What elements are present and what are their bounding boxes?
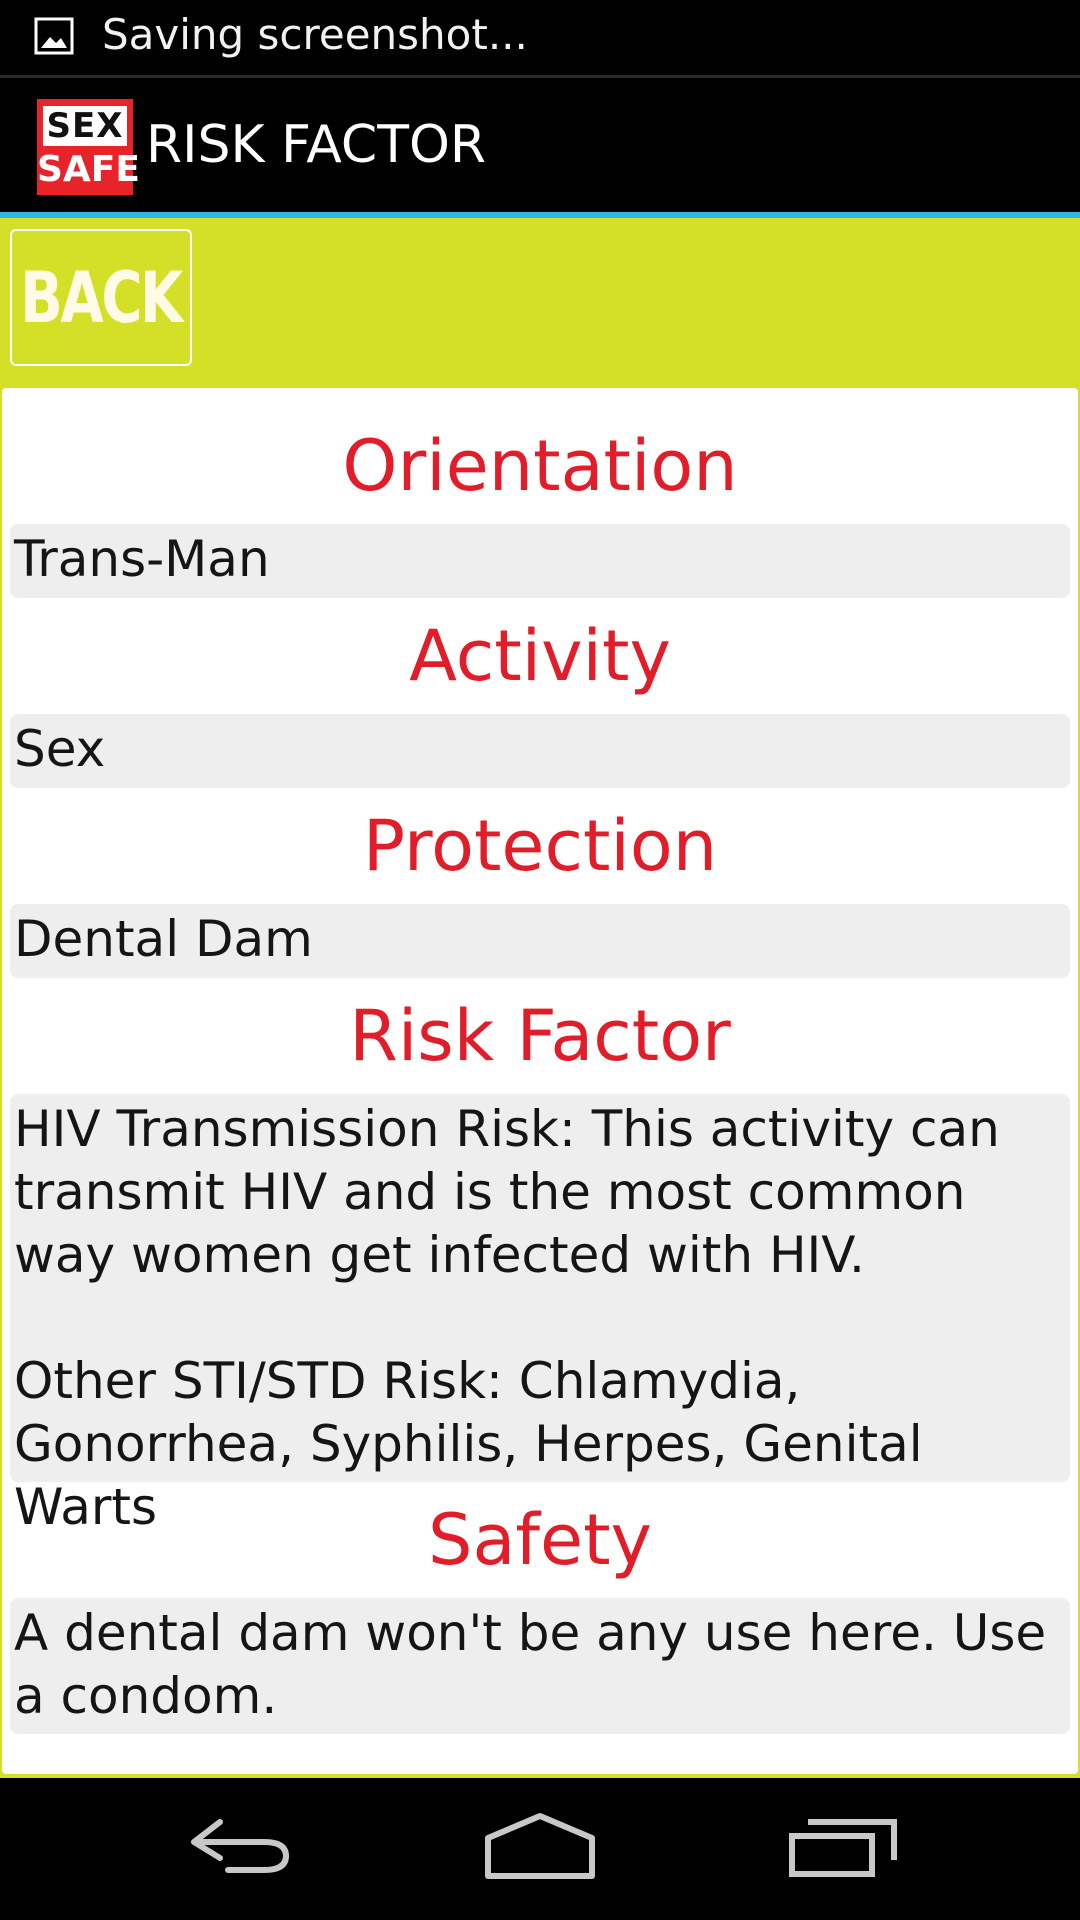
value-activity: Sex	[10, 714, 1070, 788]
content-area: BACK Orientation Trans-Man Activity Sex …	[0, 218, 1080, 1778]
nav-back-button[interactable]	[180, 1808, 300, 1888]
nav-home-button[interactable]	[480, 1808, 600, 1888]
back-button-label: BACK	[20, 256, 184, 339]
back-arrow-icon	[191, 1819, 289, 1873]
value-orientation: Trans-Man	[10, 524, 1070, 598]
back-button[interactable]: BACK	[10, 229, 192, 366]
value-risk-factor: HIV Transmission Risk: This activity can…	[10, 1094, 1070, 1536]
section-title-activity: Activity	[409, 615, 671, 697]
action-bar: SEX SAFE RISK FACTOR	[0, 78, 1080, 212]
logo-top-panel: SEX	[43, 106, 127, 146]
screen-title: RISK FACTOR	[146, 115, 487, 175]
logo-top-text: SEX	[46, 106, 124, 146]
navigation-bar	[0, 1778, 1080, 1920]
recent-apps-icon	[789, 1819, 897, 1877]
home-icon	[485, 1813, 595, 1879]
nav-recents-button[interactable]	[784, 1808, 904, 1888]
image-icon	[34, 17, 74, 55]
logo-bottom-text: SAFE	[37, 149, 140, 190]
status-notification-text: Saving screenshot...	[102, 10, 528, 59]
value-safety: A dental dam won't be any use here. Use …	[10, 1598, 1070, 1734]
status-bar: Saving screenshot...	[0, 0, 1080, 75]
app-logo[interactable]: SEX SAFE	[37, 99, 140, 195]
section-title-protection: Protection	[362, 805, 718, 887]
value-protection: Dental Dam	[10, 904, 1070, 978]
section-title-safety: Safety	[428, 1499, 652, 1581]
section-title-orientation: Orientation	[342, 425, 738, 507]
details-card: Orientation Trans-Man Activity Sex Prote…	[2, 388, 1078, 1774]
section-title-risk-factor: Risk Factor	[349, 995, 731, 1077]
